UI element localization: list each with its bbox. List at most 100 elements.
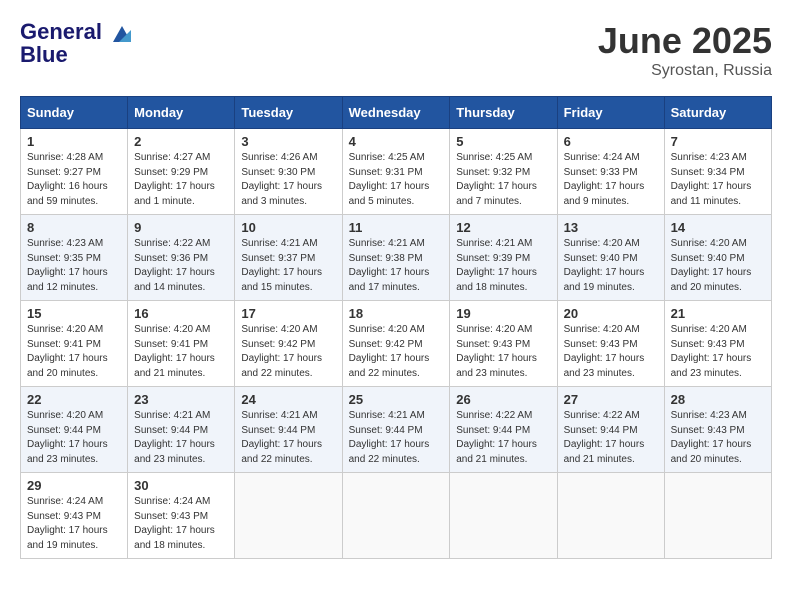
calendar-cell: 18Sunrise: 4:20 AM Sunset: 9:42 PM Dayli…	[342, 301, 450, 387]
day-number: 14	[671, 220, 765, 235]
calendar-week-row: 22 Sunrise: 4:20 AM Sunset: 9:44 PM Dayli…	[21, 387, 772, 473]
day-info: Sunrise: 4:20 AM Sunset: 9:43 PM Dayligh…	[671, 323, 765, 381]
day-info: Sunrise: 4:21 AM Sunset: 9:44 PM Dayligh…	[134, 409, 228, 467]
calendar-cell: 30Sunrise: 4:24 AM Sunset: 9:43 PM Dayli…	[128, 473, 235, 559]
calendar-cell: 8 Sunrise: 4:23 AM Sunset: 9:35 PM Daylig…	[21, 215, 128, 301]
calendar-cell: 12 Sunrise: 4:21 AM Sunset: 9:39 PM Dayli…	[450, 215, 557, 301]
calendar-cell: 22 Sunrise: 4:20 AM Sunset: 9:44 PM Dayli…	[21, 387, 128, 473]
day-info: Sunrise: 4:20 AM Sunset: 9:43 PM Dayligh…	[456, 323, 550, 381]
calendar-cell: 20 Sunrise: 4:20 AM Sunset: 9:43 PM Dayli…	[557, 301, 664, 387]
calendar-cell	[557, 473, 664, 559]
day-info: Sunrise: 4:20 AM Sunset: 9:44 PM Dayligh…	[27, 409, 121, 467]
day-info: Sunrise: 4:22 AM Sunset: 9:44 PM Dayligh…	[564, 409, 658, 467]
calendar-cell: 14Sunrise: 4:20 AM Sunset: 9:40 PM Dayli…	[664, 215, 771, 301]
day-number: 22	[27, 392, 121, 407]
calendar-week-row: 8 Sunrise: 4:23 AM Sunset: 9:35 PM Daylig…	[21, 215, 772, 301]
month-title: June 2025	[598, 20, 772, 62]
calendar-cell: 1 Sunrise: 4:28 AM Sunset: 9:27 PM Daylig…	[21, 129, 128, 215]
day-info: Sunrise: 4:21 AM Sunset: 9:39 PM Dayligh…	[456, 237, 550, 295]
day-of-week-header: Wednesday	[342, 97, 450, 129]
calendar-cell: 11Sunrise: 4:21 AM Sunset: 9:38 PM Dayli…	[342, 215, 450, 301]
day-info: Sunrise: 4:23 AM Sunset: 9:43 PM Dayligh…	[671, 409, 765, 467]
calendar-cell: 16 Sunrise: 4:20 AM Sunset: 9:41 PM Dayli…	[128, 301, 235, 387]
calendar-cell: 5Sunrise: 4:25 AM Sunset: 9:32 PM Daylig…	[450, 129, 557, 215]
day-number: 13	[564, 220, 658, 235]
day-number: 25	[349, 392, 444, 407]
calendar-table: SundayMondayTuesdayWednesdayThursdayFrid…	[20, 96, 772, 559]
calendar-cell: 21 Sunrise: 4:20 AM Sunset: 9:43 PM Dayli…	[664, 301, 771, 387]
calendar-cell: 29 Sunrise: 4:24 AM Sunset: 9:43 PM Dayli…	[21, 473, 128, 559]
day-number: 21	[671, 306, 765, 321]
calendar-cell	[342, 473, 450, 559]
calendar-cell	[450, 473, 557, 559]
day-of-week-header: Saturday	[664, 97, 771, 129]
calendar-cell: 23Sunrise: 4:21 AM Sunset: 9:44 PM Dayli…	[128, 387, 235, 473]
day-number: 29	[27, 478, 121, 493]
day-number: 18	[349, 306, 444, 321]
day-info: Sunrise: 4:27 AM Sunset: 9:29 PM Dayligh…	[134, 151, 228, 209]
day-number: 16	[134, 306, 228, 321]
calendar-cell: 4 Sunrise: 4:25 AM Sunset: 9:31 PM Daylig…	[342, 129, 450, 215]
day-of-week-header: Sunday	[21, 97, 128, 129]
day-number: 10	[241, 220, 335, 235]
day-number: 4	[349, 134, 444, 149]
day-number: 24	[241, 392, 335, 407]
day-number: 28	[671, 392, 765, 407]
day-info: Sunrise: 4:26 AM Sunset: 9:30 PM Dayligh…	[241, 151, 335, 209]
calendar-week-row: 1 Sunrise: 4:28 AM Sunset: 9:27 PM Daylig…	[21, 129, 772, 215]
calendar-cell: 9Sunrise: 4:22 AM Sunset: 9:36 PM Daylig…	[128, 215, 235, 301]
day-info: Sunrise: 4:20 AM Sunset: 9:41 PM Dayligh…	[134, 323, 228, 381]
day-number: 1	[27, 134, 121, 149]
calendar-cell: 27 Sunrise: 4:22 AM Sunset: 9:44 PM Dayli…	[557, 387, 664, 473]
day-number: 8	[27, 220, 121, 235]
day-info: Sunrise: 4:20 AM Sunset: 9:42 PM Dayligh…	[241, 323, 335, 381]
calendar-cell: 28 Sunrise: 4:23 AM Sunset: 9:43 PM Dayli…	[664, 387, 771, 473]
day-number: 12	[456, 220, 550, 235]
title-block: June 2025 Syrostan, Russia	[598, 20, 772, 80]
day-number: 19	[456, 306, 550, 321]
calendar-cell: 3 Sunrise: 4:26 AM Sunset: 9:30 PM Daylig…	[235, 129, 342, 215]
calendar-cell	[664, 473, 771, 559]
day-number: 7	[671, 134, 765, 149]
day-of-week-header: Monday	[128, 97, 235, 129]
day-info: Sunrise: 4:23 AM Sunset: 9:35 PM Dayligh…	[27, 237, 121, 295]
day-info: Sunrise: 4:24 AM Sunset: 9:33 PM Dayligh…	[564, 151, 658, 209]
calendar-header-row: SundayMondayTuesdayWednesdayThursdayFrid…	[21, 97, 772, 129]
day-info: Sunrise: 4:20 AM Sunset: 9:41 PM Dayligh…	[27, 323, 121, 381]
calendar-cell: 6 Sunrise: 4:24 AM Sunset: 9:33 PM Daylig…	[557, 129, 664, 215]
day-number: 20	[564, 306, 658, 321]
calendar-cell	[235, 473, 342, 559]
page-header: General Blue June 2025 Syrostan, Russia	[20, 20, 772, 80]
calendar-cell: 10Sunrise: 4:21 AM Sunset: 9:37 PM Dayli…	[235, 215, 342, 301]
calendar-cell: 2 Sunrise: 4:27 AM Sunset: 9:29 PM Daylig…	[128, 129, 235, 215]
calendar-cell: 24 Sunrise: 4:21 AM Sunset: 9:44 PM Dayli…	[235, 387, 342, 473]
logo-triangle-icon	[109, 20, 135, 46]
day-info: Sunrise: 4:25 AM Sunset: 9:31 PM Dayligh…	[349, 151, 444, 209]
location: Syrostan, Russia	[598, 62, 772, 80]
day-number: 2	[134, 134, 228, 149]
day-number: 15	[27, 306, 121, 321]
calendar-cell: 7 Sunrise: 4:23 AM Sunset: 9:34 PM Daylig…	[664, 129, 771, 215]
day-number: 6	[564, 134, 658, 149]
day-info: Sunrise: 4:20 AM Sunset: 9:43 PM Dayligh…	[564, 323, 658, 381]
day-info: Sunrise: 4:20 AM Sunset: 9:40 PM Dayligh…	[564, 237, 658, 295]
day-of-week-header: Friday	[557, 97, 664, 129]
day-number: 26	[456, 392, 550, 407]
day-number: 9	[134, 220, 228, 235]
day-info: Sunrise: 4:21 AM Sunset: 9:44 PM Dayligh…	[241, 409, 335, 467]
logo: General Blue	[20, 20, 135, 68]
day-of-week-header: Tuesday	[235, 97, 342, 129]
day-number: 27	[564, 392, 658, 407]
day-number: 3	[241, 134, 335, 149]
calendar-week-row: 29 Sunrise: 4:24 AM Sunset: 9:43 PM Dayli…	[21, 473, 772, 559]
day-info: Sunrise: 4:21 AM Sunset: 9:38 PM Dayligh…	[349, 237, 444, 295]
day-info: Sunrise: 4:28 AM Sunset: 9:27 PM Dayligh…	[27, 151, 121, 209]
calendar-cell: 17Sunrise: 4:20 AM Sunset: 9:42 PM Dayli…	[235, 301, 342, 387]
calendar-week-row: 15 Sunrise: 4:20 AM Sunset: 9:41 PM Dayli…	[21, 301, 772, 387]
day-info: Sunrise: 4:24 AM Sunset: 9:43 PM Dayligh…	[27, 495, 121, 553]
day-number: 5	[456, 134, 550, 149]
day-of-week-header: Thursday	[450, 97, 557, 129]
calendar-cell: 25Sunrise: 4:21 AM Sunset: 9:44 PM Dayli…	[342, 387, 450, 473]
day-info: Sunrise: 4:23 AM Sunset: 9:34 PM Dayligh…	[671, 151, 765, 209]
calendar-cell: 26Sunrise: 4:22 AM Sunset: 9:44 PM Dayli…	[450, 387, 557, 473]
